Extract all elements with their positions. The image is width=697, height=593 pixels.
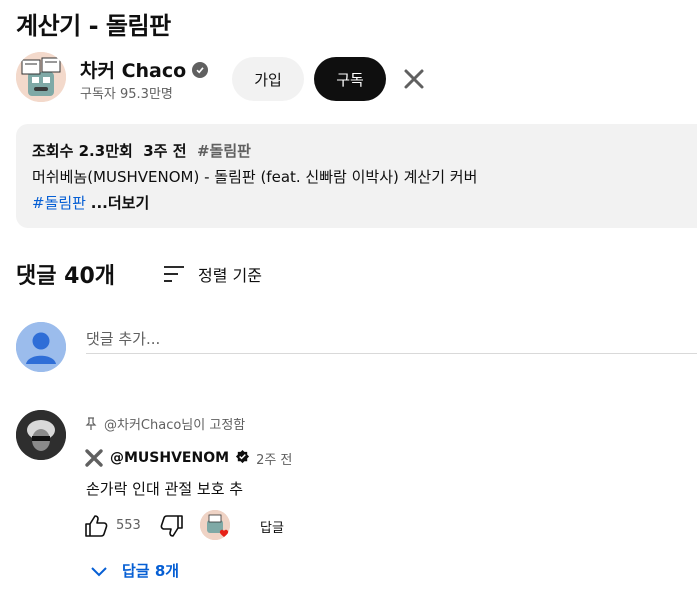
channel-avatar[interactable] bbox=[16, 52, 66, 102]
subscriber-count: 구독자 95.3만명 bbox=[80, 87, 173, 102]
show-more-button[interactable]: ...더보기 bbox=[91, 194, 150, 212]
hashtag-link[interactable]: #돌림판 bbox=[32, 194, 86, 212]
thumbs-down-icon[interactable] bbox=[158, 512, 186, 540]
thumbs-up-icon[interactable] bbox=[82, 512, 110, 540]
description-meta: 조회수 2.3만회 3주 전 #돌림판 bbox=[32, 138, 697, 164]
pin-icon bbox=[85, 416, 97, 430]
like-count: 553 bbox=[116, 518, 141, 533]
chevron-down-icon bbox=[91, 566, 107, 576]
join-button[interactable]: 가입 bbox=[232, 57, 304, 101]
view-count: 조회수 2.3만회 bbox=[32, 142, 133, 160]
channel-name-text[interactable]: 차커 Chaco bbox=[80, 56, 186, 83]
sort-label[interactable]: 정렬 기준 bbox=[198, 262, 262, 286]
comments-count: 댓글 40개 bbox=[16, 264, 115, 289]
comment-actions: 553 답글 bbox=[82, 510, 382, 542]
replies-label[interactable]: 답글 8개 bbox=[122, 560, 179, 581]
channel-name[interactable]: 차커 Chaco bbox=[80, 56, 209, 83]
close-x-icon[interactable] bbox=[402, 67, 426, 91]
comment-author-row: @MUSHVENOM 2주 전 bbox=[84, 448, 292, 468]
creator-heart-badge bbox=[200, 510, 230, 540]
verified-check-icon bbox=[192, 61, 209, 78]
description-box[interactable]: 조회수 2.3만회 3주 전 #돌림판 머쉬베놈(MUSHVENOM) - 돌림… bbox=[16, 124, 697, 228]
description-text: 머쉬베놈(MUSHVENOM) - 돌림판 (feat. 신빠람 이박사) 계산… bbox=[32, 168, 478, 186]
sort-button[interactable]: 정렬 기준 bbox=[162, 262, 262, 286]
comments-header: 댓글 40개 정렬 기준 bbox=[16, 258, 262, 290]
commenter-avatar[interactable] bbox=[16, 410, 66, 460]
sort-lines-icon bbox=[164, 266, 184, 282]
add-comment-input[interactable]: 댓글 추가... bbox=[86, 326, 697, 354]
comment-author[interactable]: @MUSHVENOM bbox=[110, 450, 229, 466]
verified-check-icon bbox=[235, 449, 250, 468]
add-comment-row: 댓글 추가... bbox=[16, 322, 697, 374]
user-avatar[interactable] bbox=[16, 322, 66, 372]
subscribe-button[interactable]: 구독 bbox=[314, 57, 386, 101]
video-title: 계산기 - 돌림판 bbox=[16, 12, 171, 40]
description-tail: #돌림판 ...더보기 bbox=[32, 190, 697, 216]
pinned-label: @차커Chaco님이 고정함 bbox=[104, 418, 246, 433]
view-replies-button[interactable]: 답글 8개 bbox=[90, 560, 179, 581]
reply-button[interactable]: 답글 bbox=[260, 517, 284, 536]
x-logo-icon bbox=[85, 449, 103, 467]
upload-age: 3주 전 bbox=[143, 142, 187, 160]
pinned-indicator: @차커Chaco님이 고정함 bbox=[84, 414, 245, 433]
channel-row: 차커 Chaco 구독자 95.3만명 가입 구독 bbox=[16, 52, 697, 104]
comment-time[interactable]: 2주 전 bbox=[256, 449, 292, 468]
comment-text: 손가락 인대 관절 보호 추 bbox=[86, 480, 244, 498]
hashtag-meta[interactable]: #돌림판 bbox=[197, 142, 251, 160]
